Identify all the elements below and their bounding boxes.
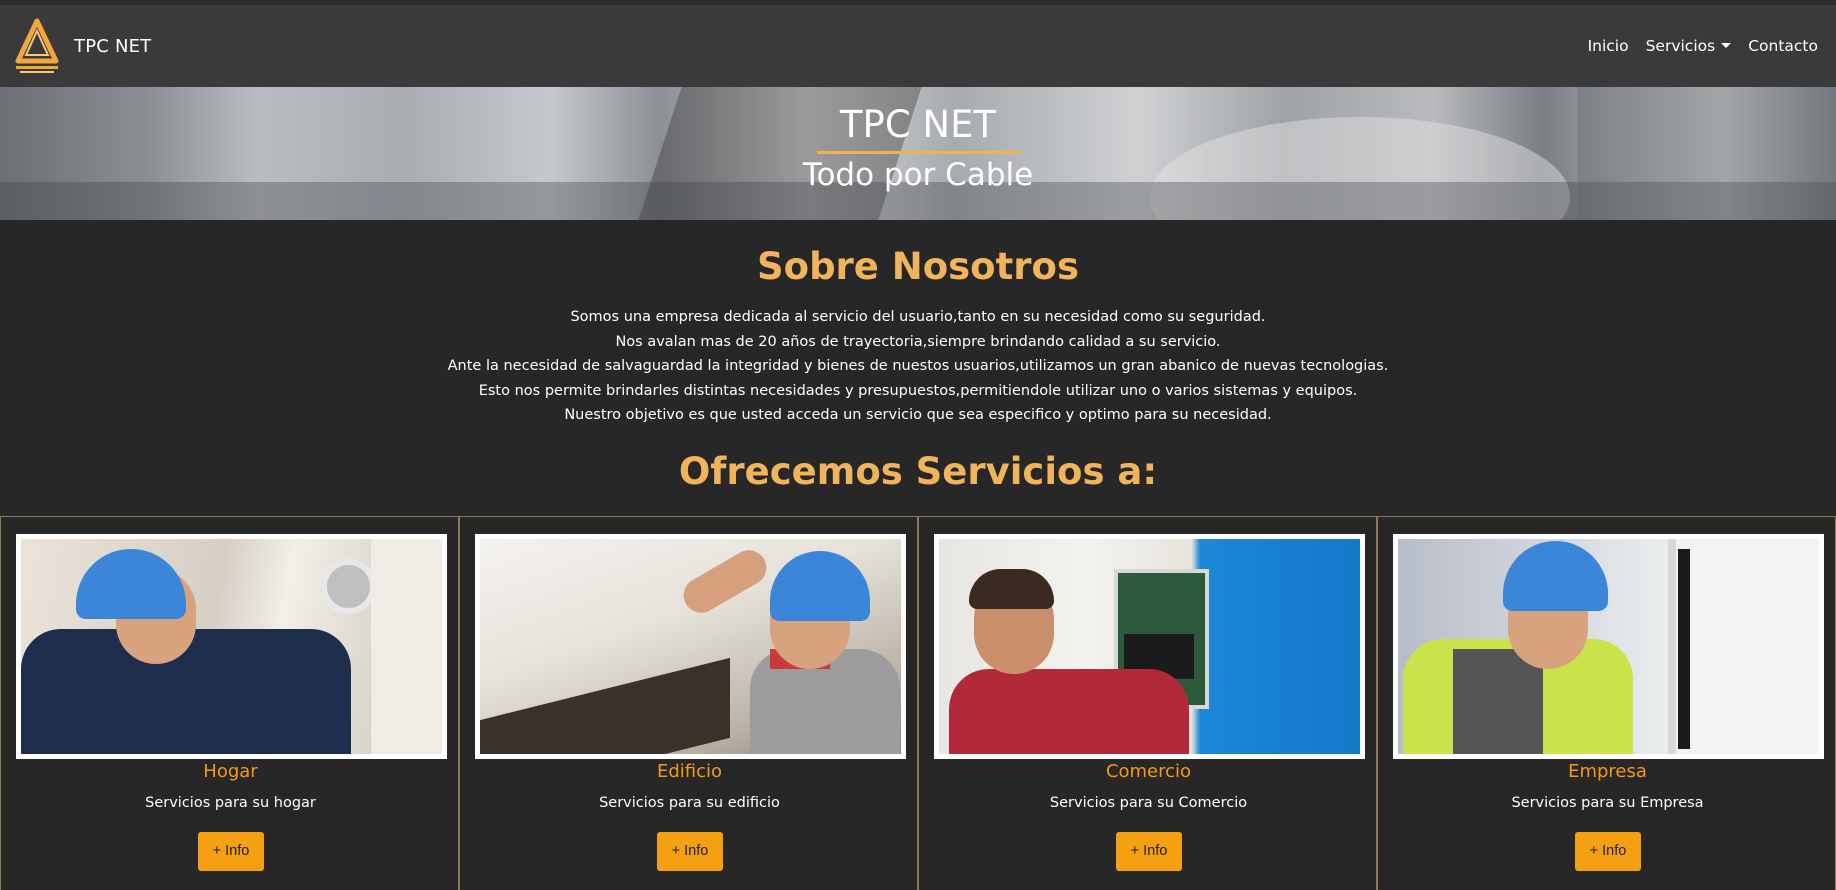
hero-divider <box>817 151 1021 154</box>
navbar: TPC NET Inicio Servicios Contacto <box>0 5 1836 87</box>
hero-subtitle: Todo por Cable <box>802 157 1034 193</box>
nav-link-contacto[interactable]: Contacto <box>1748 37 1818 55</box>
card-text: Servicios para su hogar <box>145 795 316 811</box>
about-title: Sobre Nosotros <box>757 245 1079 288</box>
services-title: Ofrecemos Servicios a: <box>678 450 1158 493</box>
brand-name: TPC NET <box>74 35 152 57</box>
nav-links: Inicio Servicios Contacto <box>1588 37 1818 55</box>
nav-link-servicios[interactable]: Servicios <box>1646 37 1732 55</box>
card-title: Empresa <box>1568 761 1647 782</box>
hero-title: TPC NET <box>839 103 997 146</box>
card-text: Servicios para su Comercio <box>1049 795 1248 811</box>
technician-photo <box>16 534 447 759</box>
card-text: Servicios para su Empresa <box>1511 795 1704 811</box>
service-card-empresa: Empresa Servicios para su Empresa + Info <box>1377 517 1836 890</box>
service-card-comercio: Comercio Servicios para su Comercio + In… <box>918 517 1377 890</box>
nav-link-inicio[interactable]: Inicio <box>1588 37 1629 55</box>
about-line: Somos una empresa dedicada al servicio d… <box>570 309 1266 325</box>
about-text: Somos una empresa dedicada al servicio d… <box>0 305 1836 428</box>
service-cards: Hogar Servicios para su hogar + Info Edi… <box>0 516 1836 890</box>
brand[interactable]: TPC NET <box>14 17 151 75</box>
triangle-logo-icon <box>15 18 59 73</box>
info-button[interactable]: + Info <box>657 832 723 871</box>
service-card-edificio: Edificio Servicios para su edificio + In… <box>459 517 918 890</box>
info-button[interactable]: + Info <box>1116 832 1182 871</box>
service-card-hogar: Hogar Servicios para su hogar + Info <box>0 517 459 890</box>
technician-photo <box>1393 534 1824 759</box>
caret-down-icon <box>1721 43 1732 48</box>
technician-photo <box>934 534 1365 759</box>
card-title: Comercio <box>1105 761 1192 782</box>
hero-banner: TPC NET Todo por Cable <box>0 87 1836 220</box>
about-line: Ante la necesidad de salvaguardad la int… <box>447 358 1389 374</box>
nav-link-servicios-label: Servicios <box>1645 37 1716 55</box>
card-title: Edificio <box>656 761 723 782</box>
info-button[interactable]: + Info <box>198 832 264 871</box>
card-title: Hogar <box>203 761 258 782</box>
about-line: Esto nos permite brindarles distintas ne… <box>478 382 1358 399</box>
technician-photo <box>475 534 906 759</box>
info-button[interactable]: + Info <box>1575 832 1641 871</box>
about-line: Nos avalan mas de 20 años de trayectoria… <box>615 333 1221 350</box>
about-line: Nuestro objetivo es que usted acceda un … <box>564 407 1272 423</box>
card-text: Servicios para su edificio <box>599 795 780 811</box>
